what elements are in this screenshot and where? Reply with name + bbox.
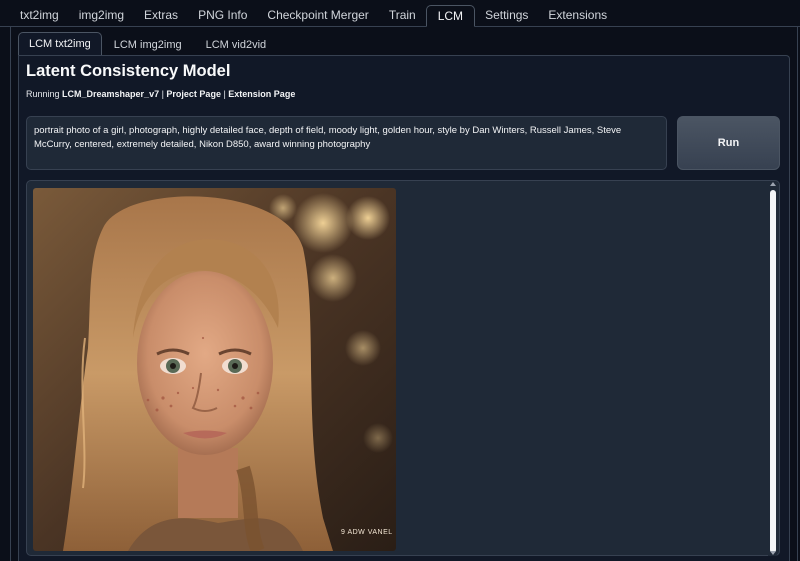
page-title: Latent Consistency Model <box>26 62 231 80</box>
project-page-link[interactable]: Project Page <box>166 89 221 99</box>
scroll-down-icon[interactable] <box>770 551 776 555</box>
portrait-photo-image[interactable]: 9 ADW VANEL <box>33 188 396 551</box>
watermark-signature: 9 ADW VANEL <box>341 529 393 536</box>
tab-lcm-img2img[interactable]: LCM img2img <box>102 33 194 55</box>
tab-lcm-txt2img[interactable]: LCM txt2img <box>18 32 102 55</box>
tab-train[interactable]: Train <box>379 0 426 26</box>
tab-extensions[interactable]: Extensions <box>538 0 617 26</box>
running-info: Running LCM_Dreamshaper_v7 | Project Pag… <box>26 89 295 99</box>
tab-img2img[interactable]: img2img <box>69 0 134 26</box>
prompt-input[interactable]: portrait photo of a girl, photograph, hi… <box>26 116 667 170</box>
tab-txt2img[interactable]: txt2img <box>10 0 69 26</box>
tab-png-info[interactable]: PNG Info <box>188 0 257 26</box>
top-tab-bar: txt2img img2img Extras PNG Info Checkpoi… <box>0 0 800 27</box>
extension-page-link[interactable]: Extension Page <box>228 89 295 99</box>
tab-checkpoint-merger[interactable]: Checkpoint Merger <box>257 0 378 26</box>
run-button[interactable]: Run <box>677 116 780 170</box>
scroll-up-icon[interactable] <box>770 182 776 186</box>
portrait-illustration: 9 ADW VANEL <box>33 188 396 551</box>
tab-lcm[interactable]: LCM <box>425 5 476 27</box>
tab-lcm-vid2vid[interactable]: LCM vid2vid <box>194 33 279 55</box>
model-name: LCM_Dreamshaper_v7 <box>62 89 160 99</box>
gallery-scrollbar-thumb[interactable] <box>770 190 776 553</box>
output-gallery: 9 ADW VANEL <box>26 180 780 556</box>
running-prefix: Running <box>26 89 63 99</box>
lcm-sub-tab-bar: LCM txt2img LCM img2img LCM vid2vid <box>18 32 278 55</box>
tab-settings[interactable]: Settings <box>475 0 538 26</box>
tab-extras[interactable]: Extras <box>134 0 188 26</box>
